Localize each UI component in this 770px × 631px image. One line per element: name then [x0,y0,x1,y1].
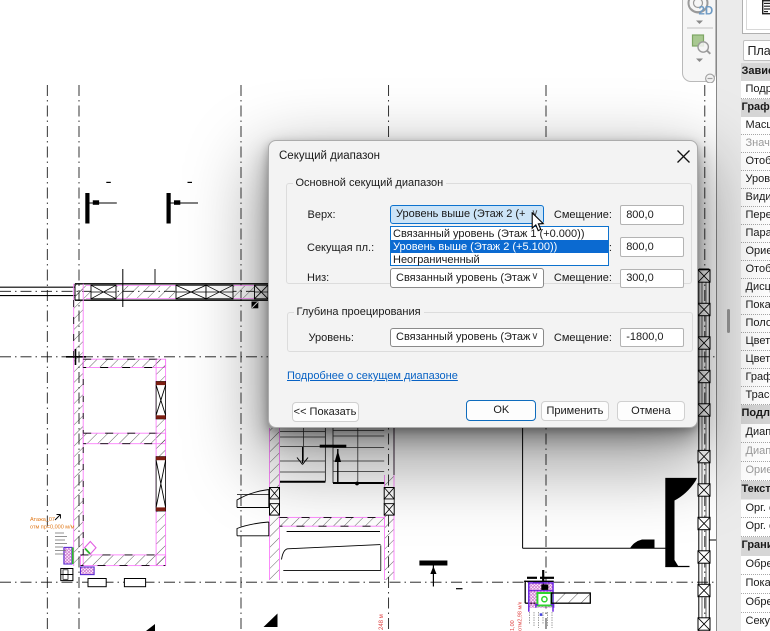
svg-text:отм пр=0,000 м/м: отм пр=0,000 м/м [30,525,75,531]
svg-text:Атажа_07: Атажа_07 [30,517,55,523]
svg-text:1,00: 1,00 [510,620,516,631]
svg-text:248 м: 248 м [379,614,385,630]
svg-text:2D: 2D [699,6,714,18]
svg-text:отм2,98 м/к: отм2,98 м/к [518,601,524,631]
